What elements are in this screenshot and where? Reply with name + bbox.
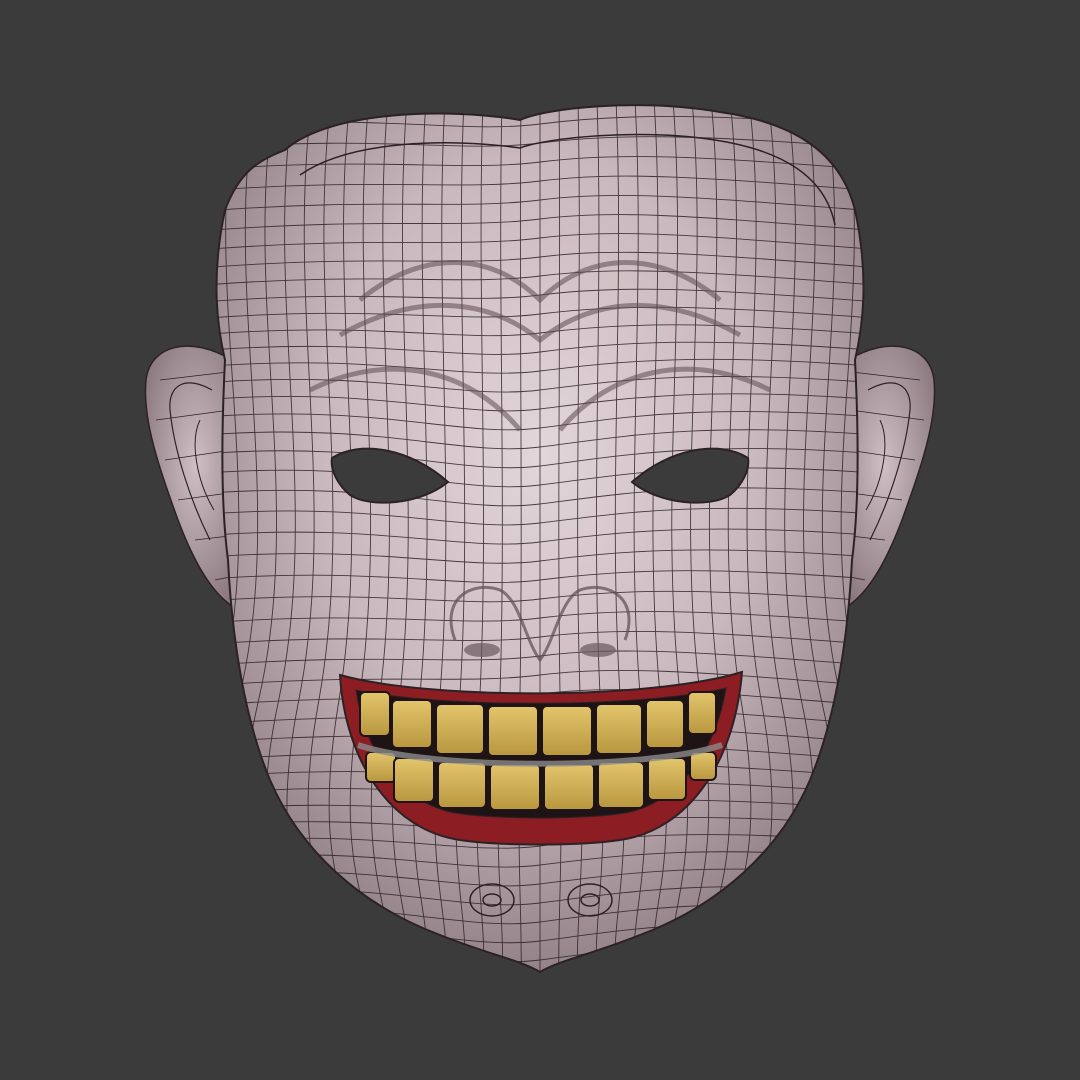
tooth [489, 763, 541, 811]
tooth [543, 763, 595, 811]
tooth [359, 691, 391, 737]
tooth [391, 699, 433, 749]
tooth [597, 761, 645, 809]
tooth [365, 751, 397, 783]
tooth [595, 703, 643, 755]
viewport [0, 0, 1080, 1080]
tooth [437, 761, 487, 809]
tooth [647, 757, 687, 801]
tooth [435, 703, 485, 755]
tooth [393, 757, 435, 803]
tooth [689, 751, 717, 781]
tooth [687, 691, 717, 735]
tooth [541, 705, 593, 757]
mask-render [0, 0, 1080, 1080]
tooth [487, 705, 539, 757]
tooth [645, 699, 685, 749]
